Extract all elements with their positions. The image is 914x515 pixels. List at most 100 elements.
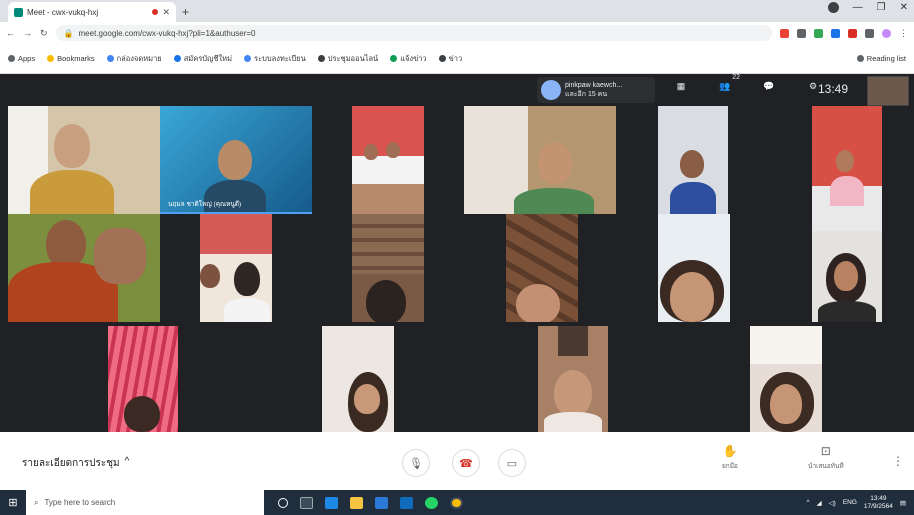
layout-icon[interactable]: ▦ — [672, 79, 690, 93]
people-icon[interactable]: 👥 22 — [716, 74, 740, 93]
language-indicator[interactable]: ENG — [843, 499, 857, 506]
forward-icon[interactable]: → — [23, 28, 32, 38]
bookmark-reading-list[interactable]: Reading list — [856, 54, 906, 63]
bookmark-item[interactable]: ข่าว — [438, 53, 462, 65]
meet-controls-bar: รายละเอียดการประชุม ^ 🎙 ☎ ▭ ✋ ยกมือ ⊡ นำ… — [0, 432, 914, 490]
bookmark-item[interactable]: แจ้งข่าว — [390, 53, 427, 65]
microphone-icon: 🎙 — [409, 457, 423, 470]
participant-tile[interactable] — [750, 326, 822, 432]
camera-icon: ▭ — [506, 457, 518, 470]
tray-chevron-icon[interactable]: ^ — [807, 499, 810, 506]
puzzle-icon[interactable] — [865, 28, 874, 38]
meet-stage: pinkpaw kaewch... และอีก 15 คน ▦ 👥 22 💬 ⚙… — [0, 74, 914, 432]
browser-tab[interactable]: Meet - cwx-vukq-hxj ✕ — [8, 2, 176, 22]
network-icon[interactable]: ◢ — [817, 499, 822, 507]
line-app-icon[interactable] — [425, 496, 438, 509]
meet-favicon-icon — [14, 7, 23, 17]
volume-icon[interactable]: ◁) — [829, 499, 836, 507]
extension-blue-icon[interactable] — [831, 28, 840, 38]
participant-name-label: นฤมล ชาติใหญ่ (คุณหนูดี) — [168, 201, 242, 208]
bookmark-apps[interactable]: Apps — [8, 54, 35, 63]
maximize-icon[interactable]: ❐ — [877, 2, 886, 13]
participant-tile[interactable] — [812, 106, 882, 231]
participant-grid: นฤมล ชาติใหญ่ (คุณหนูดี) — [8, 106, 906, 432]
taskbar-apps — [278, 496, 463, 509]
minimize-icon[interactable]: — — [853, 2, 863, 13]
taskbar-date: 17/9/2564 — [863, 502, 893, 510]
search-icon: ⌕ — [34, 497, 39, 507]
tab-title: Meet - cwx-vukq-hxj — [27, 7, 99, 17]
participant-tile[interactable] — [8, 214, 160, 322]
microphone-button[interactable]: 🎙 — [402, 449, 430, 477]
taskbar-search-box[interactable]: ⌕ Type here to search — [26, 490, 264, 515]
edge-icon[interactable] — [325, 496, 338, 509]
extension-red-icon[interactable] — [848, 28, 857, 38]
lock-icon: 🔒 — [63, 28, 74, 38]
participant-tile[interactable] — [200, 214, 272, 322]
presenter-name: pinkpaw kaewch... — [565, 82, 623, 89]
bookmarks-bar: Apps Bookmarks กล่องจดหมาย สมัครบัญชีใหม… — [0, 44, 914, 74]
self-view-tile[interactable] — [867, 76, 909, 106]
presenter-chip[interactable]: pinkpaw kaewch... และอีก 15 คน — [537, 77, 655, 103]
more-options-icon[interactable]: ⋮ — [892, 454, 904, 468]
presenter-others: และอีก 15 คน — [565, 91, 608, 98]
participant-tile[interactable] — [506, 214, 578, 322]
bookmark-item[interactable]: ระบบลงทะเบียน — [244, 53, 306, 65]
participant-tile[interactable] — [464, 106, 616, 214]
star-icon[interactable] — [797, 28, 806, 38]
participant-tile[interactable] — [812, 231, 882, 322]
camera-button[interactable]: ▭ — [498, 449, 526, 477]
participant-tile[interactable] — [538, 326, 608, 432]
participant-tile[interactable] — [658, 106, 728, 214]
chat-icon[interactable]: 💬 — [760, 79, 778, 93]
participant-tile[interactable] — [658, 214, 730, 322]
taskbar-time: 13:49 — [870, 494, 887, 502]
end-call-button[interactable]: ☎ — [452, 449, 480, 477]
windows-start-icon[interactable]: ⊞ — [0, 490, 26, 515]
close-tab-icon[interactable]: ✕ — [162, 7, 170, 18]
cortana-icon[interactable] — [278, 497, 288, 508]
hand-icon: ✋ — [722, 444, 738, 458]
present-now-button[interactable]: ⊡ นำเสนอทันที — [808, 444, 844, 471]
bookmark-bookmarks[interactable]: Bookmarks — [47, 54, 95, 63]
meeting-details-label: รายละเอียดการประชุม — [22, 458, 120, 469]
hang-up-icon: ☎ — [459, 457, 473, 470]
store-icon[interactable] — [375, 496, 388, 509]
mail-icon[interactable] — [400, 496, 413, 509]
participant-tile[interactable]: นฤมล ชาติใหญ่ (คุณหนูดี) — [160, 106, 312, 214]
bookmark-item[interactable]: ประชุมออนไลน์ — [317, 53, 378, 65]
participant-tile[interactable] — [108, 326, 178, 432]
participant-tile[interactable] — [352, 106, 424, 214]
extension-green-icon[interactable] — [814, 28, 823, 38]
present-now-label: นำเสนอทันที — [808, 463, 844, 470]
close-window-icon[interactable]: ✕ — [900, 2, 908, 13]
notifications-icon[interactable]: ▤ — [900, 499, 906, 507]
participant-tile[interactable] — [352, 214, 424, 322]
participant-tile[interactable] — [322, 326, 394, 432]
back-icon[interactable]: ← — [6, 28, 15, 38]
address-bar-row: ← → ↻ 🔒 meet.google.com/cwx-vukq-hxj?pli… — [0, 22, 914, 44]
new-tab-button[interactable]: + — [182, 2, 189, 22]
bookmark-item[interactable]: สมัครบัญชีใหม่ — [173, 53, 232, 65]
file-explorer-icon[interactable] — [350, 496, 363, 509]
chrome-icon[interactable] — [450, 496, 463, 509]
omnibox[interactable]: 🔒 meet.google.com/cwx-vukq-hxj?pli=1&aut… — [55, 25, 772, 41]
windows-taskbar: ⊞ ⌕ Type here to search ^ ◢ ◁) ENG 13:49… — [0, 490, 914, 515]
bookmark-item[interactable]: กล่องจดหมาย — [106, 53, 162, 65]
raise-hand-button[interactable]: ✋ ยกมือ — [722, 444, 738, 471]
taskbar-search-placeholder: Type here to search — [44, 498, 116, 507]
profile-avatar[interactable] — [827, 2, 839, 13]
camera-indicator-icon[interactable] — [780, 28, 789, 38]
user-avatar-icon[interactable] — [882, 28, 891, 38]
browser-tab-strip: Meet - cwx-vukq-hxj ✕ + — ❐ ✕ — [0, 0, 914, 22]
meeting-details-button[interactable]: รายละเอียดการประชุม ^ — [22, 456, 129, 471]
presenter-avatar — [541, 80, 561, 100]
menu-dots-icon[interactable]: ⋮ — [899, 28, 908, 39]
url-text: meet.google.com/cwx-vukq-hxj?pli=1&authu… — [78, 28, 256, 38]
chevron-up-icon: ^ — [124, 456, 130, 467]
reload-icon[interactable]: ↻ — [40, 28, 48, 39]
raise-hand-label: ยกมือ — [722, 463, 738, 470]
task-view-icon[interactable] — [300, 496, 313, 509]
participant-tile[interactable] — [8, 106, 160, 214]
taskbar-clock[interactable]: 13:49 17/9/2564 — [864, 495, 893, 511]
